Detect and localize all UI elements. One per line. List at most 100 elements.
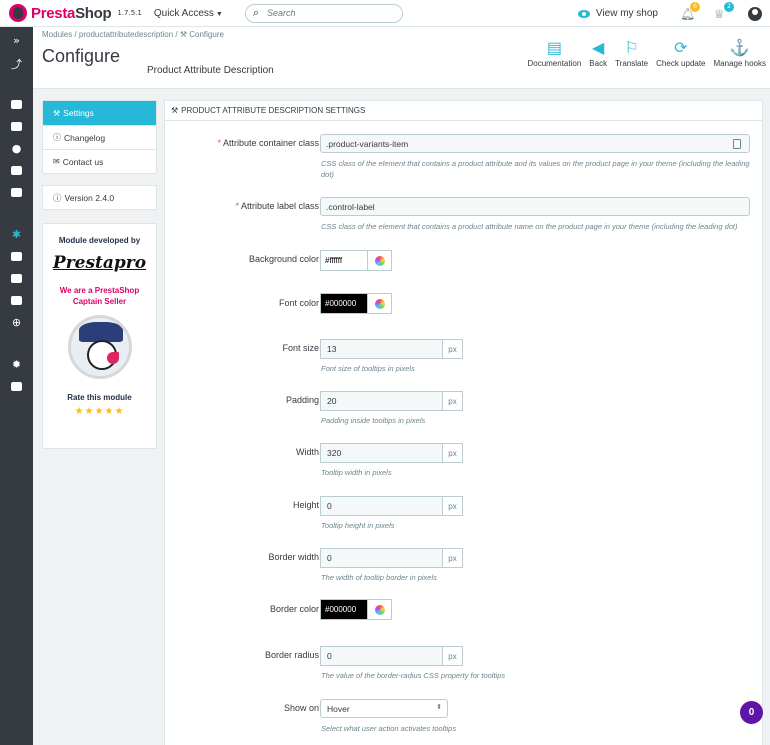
select-arrows-icon: ⬍ (436, 704, 442, 711)
border-radius-label: Border radius (264, 650, 319, 660)
label-class-input[interactable]: .control-label (320, 197, 750, 216)
developer-promo: Module developed by Prestapro We are a P… (42, 223, 157, 449)
documentation-button[interactable]: ▤ Documentation (527, 37, 581, 68)
caret-down-icon: ▼ (215, 10, 223, 18)
orders-icon[interactable] (0, 94, 33, 114)
settings-panel: ⚒ PRODUCT ATTRIBUTE DESCRIPTION SETTINGS … (164, 100, 763, 745)
top-bar: PrestaShop 1.7.5.1 Quick Access▼ ⌕ View … (0, 0, 770, 27)
border-width-help: The width of tooltip border in pixels (321, 573, 437, 582)
manage-hooks-button[interactable]: ⚓ Manage hooks (714, 37, 766, 68)
menu-contact-us[interactable]: ✉ Contact us (43, 149, 156, 173)
padding-help: Padding inside tooltips in pixels (321, 416, 426, 425)
orders-badge: 6 (690, 1, 700, 12)
back-button[interactable]: ◀ Back (589, 37, 607, 68)
payment-icon[interactable] (0, 290, 33, 310)
eye-icon (577, 9, 590, 18)
width-label: Width (295, 447, 319, 457)
orders-notification[interactable]: 🔔︎ 6 (680, 1, 700, 21)
color-picker-icon[interactable] (368, 599, 392, 620)
color-picker-icon[interactable] (368, 250, 392, 271)
arrow-left-icon: ◀ (592, 40, 605, 57)
font-color-label: Font color (278, 298, 319, 308)
customers-badge: 2 (724, 1, 734, 12)
check-update-button[interactable]: ⟳ Check update (656, 37, 705, 68)
height-input[interactable]: 0 px (320, 496, 463, 516)
background-color-label: Background color (248, 254, 319, 264)
padding-input[interactable]: 20 px (320, 391, 463, 411)
customer-service-icon[interactable] (0, 160, 33, 180)
puffin-logo-icon (9, 4, 27, 22)
refresh-icon: ⟳ (674, 40, 688, 57)
show-on-select[interactable]: Hover ⬍ (320, 699, 448, 718)
border-color-input[interactable]: #000000 (320, 599, 392, 620)
logo-text: PrestaShop (31, 4, 112, 22)
breadcrumb[interactable]: Modules / productattributedescription / … (42, 30, 224, 39)
border-color-label: Border color (269, 604, 319, 614)
view-shop-link[interactable]: View my shop (577, 8, 658, 19)
advanced-params-icon[interactable] (0, 376, 33, 396)
color-picker-icon[interactable] (368, 293, 392, 314)
wrench-icon: ⚒ (53, 108, 61, 118)
customers-notification[interactable]: ♕ 2 (714, 1, 734, 21)
stats-icon[interactable] (0, 182, 33, 202)
modules-icon[interactable]: ✱ (0, 224, 33, 244)
label-class-label: * Attribute label class (235, 201, 319, 211)
font-size-input[interactable]: 13 px (320, 339, 463, 359)
design-icon[interactable] (0, 246, 33, 266)
show-on-label: Show on (283, 703, 319, 713)
page-title: Configure (42, 46, 121, 66)
international-icon[interactable]: ⊕ (0, 312, 33, 332)
developed-by-label: Module developed by (58, 236, 141, 245)
background-color-value[interactable]: #ffffff (320, 250, 368, 271)
module-menu: ⚒ Settings ⓘ Changelog ✉ Contact us ⓘ Versio… (42, 100, 157, 449)
menu-changelog[interactable]: ⓘ Changelog (43, 125, 156, 149)
rating-stars-icon[interactable]: ★★★★★ (43, 406, 156, 417)
translate-button[interactable]: ⚐ Translate (615, 37, 648, 68)
header-toolbar: ▤ Documentation ◀ Back ⚐ Translate ⟳ Check u… (519, 37, 766, 68)
customers-icon[interactable]: ● (0, 138, 33, 158)
container-class-input[interactable]: .product-variants-item (320, 134, 750, 153)
width-help: Tooltip width in pixels (321, 468, 392, 477)
prestapro-logo[interactable]: Prestapro (43, 253, 156, 273)
help-button[interactable]: 0 (740, 701, 763, 724)
main-sidebar: » ⤴ ● ✱ ⊕ ✹ (0, 27, 33, 745)
container-class-label: * Attribute container class (217, 138, 319, 148)
label-class-help: CSS class of the element that contains a… (321, 222, 738, 231)
border-radius-help: The value of the border-radius CSS prope… (321, 671, 506, 680)
version-box: ⓘ Version 2.4.0 (42, 185, 157, 210)
clipboard-icon[interactable] (733, 139, 741, 149)
captain-seller-text: We are a PrestaShop Captain Seller (59, 286, 140, 306)
border-width-label: Border width (268, 552, 319, 562)
border-color-value[interactable]: #000000 (320, 599, 368, 620)
panel-heading: ⚒ PRODUCT ATTRIBUTE DESCRIPTION SETTINGS (165, 101, 762, 121)
info-icon: ⓘ (53, 133, 61, 142)
dashboard-icon[interactable]: ⤴ (0, 54, 33, 74)
page-subtitle: Product Attribute Description (147, 65, 274, 76)
font-color-input[interactable]: #000000 (320, 293, 392, 314)
search-input[interactable] (267, 8, 378, 18)
border-width-input[interactable]: 0 px (320, 548, 463, 568)
menu-settings[interactable]: ⚒ Settings (43, 101, 156, 125)
rate-module-link[interactable]: Rate this module (43, 393, 156, 402)
show-on-help: Select what user action activates toolti… (321, 724, 457, 733)
settings-gear-icon[interactable]: ✹ (0, 354, 33, 374)
page-header: Modules / productattributedescription / … (33, 27, 770, 89)
flag-icon: ⚐ (624, 40, 639, 57)
font-color-value[interactable]: #000000 (320, 293, 368, 314)
captain-mascot-image (67, 315, 132, 379)
background-color-input[interactable]: #ffffff (320, 250, 392, 271)
font-size-help: Font size of tooltips in pixels (321, 364, 415, 373)
height-help: Tooltip height in pixels (321, 521, 395, 530)
prestashop-logo[interactable]: PrestaShop (9, 4, 112, 22)
account-avatar-icon[interactable] (748, 6, 762, 21)
border-radius-input[interactable]: 0 px (320, 646, 463, 666)
trophy-icon: ♕ (714, 6, 725, 21)
catalog-icon[interactable] (0, 116, 33, 136)
collapse-sidebar-icon[interactable]: » (0, 30, 33, 50)
width-input[interactable]: 320 px (320, 443, 463, 463)
height-label: Height (292, 500, 319, 510)
shipping-icon[interactable] (0, 268, 33, 288)
quick-access-menu[interactable]: Quick Access ▼ (154, 8, 223, 19)
search-box[interactable]: ⌕ (244, 3, 403, 23)
wrench-icon: ⚒ (171, 106, 179, 115)
